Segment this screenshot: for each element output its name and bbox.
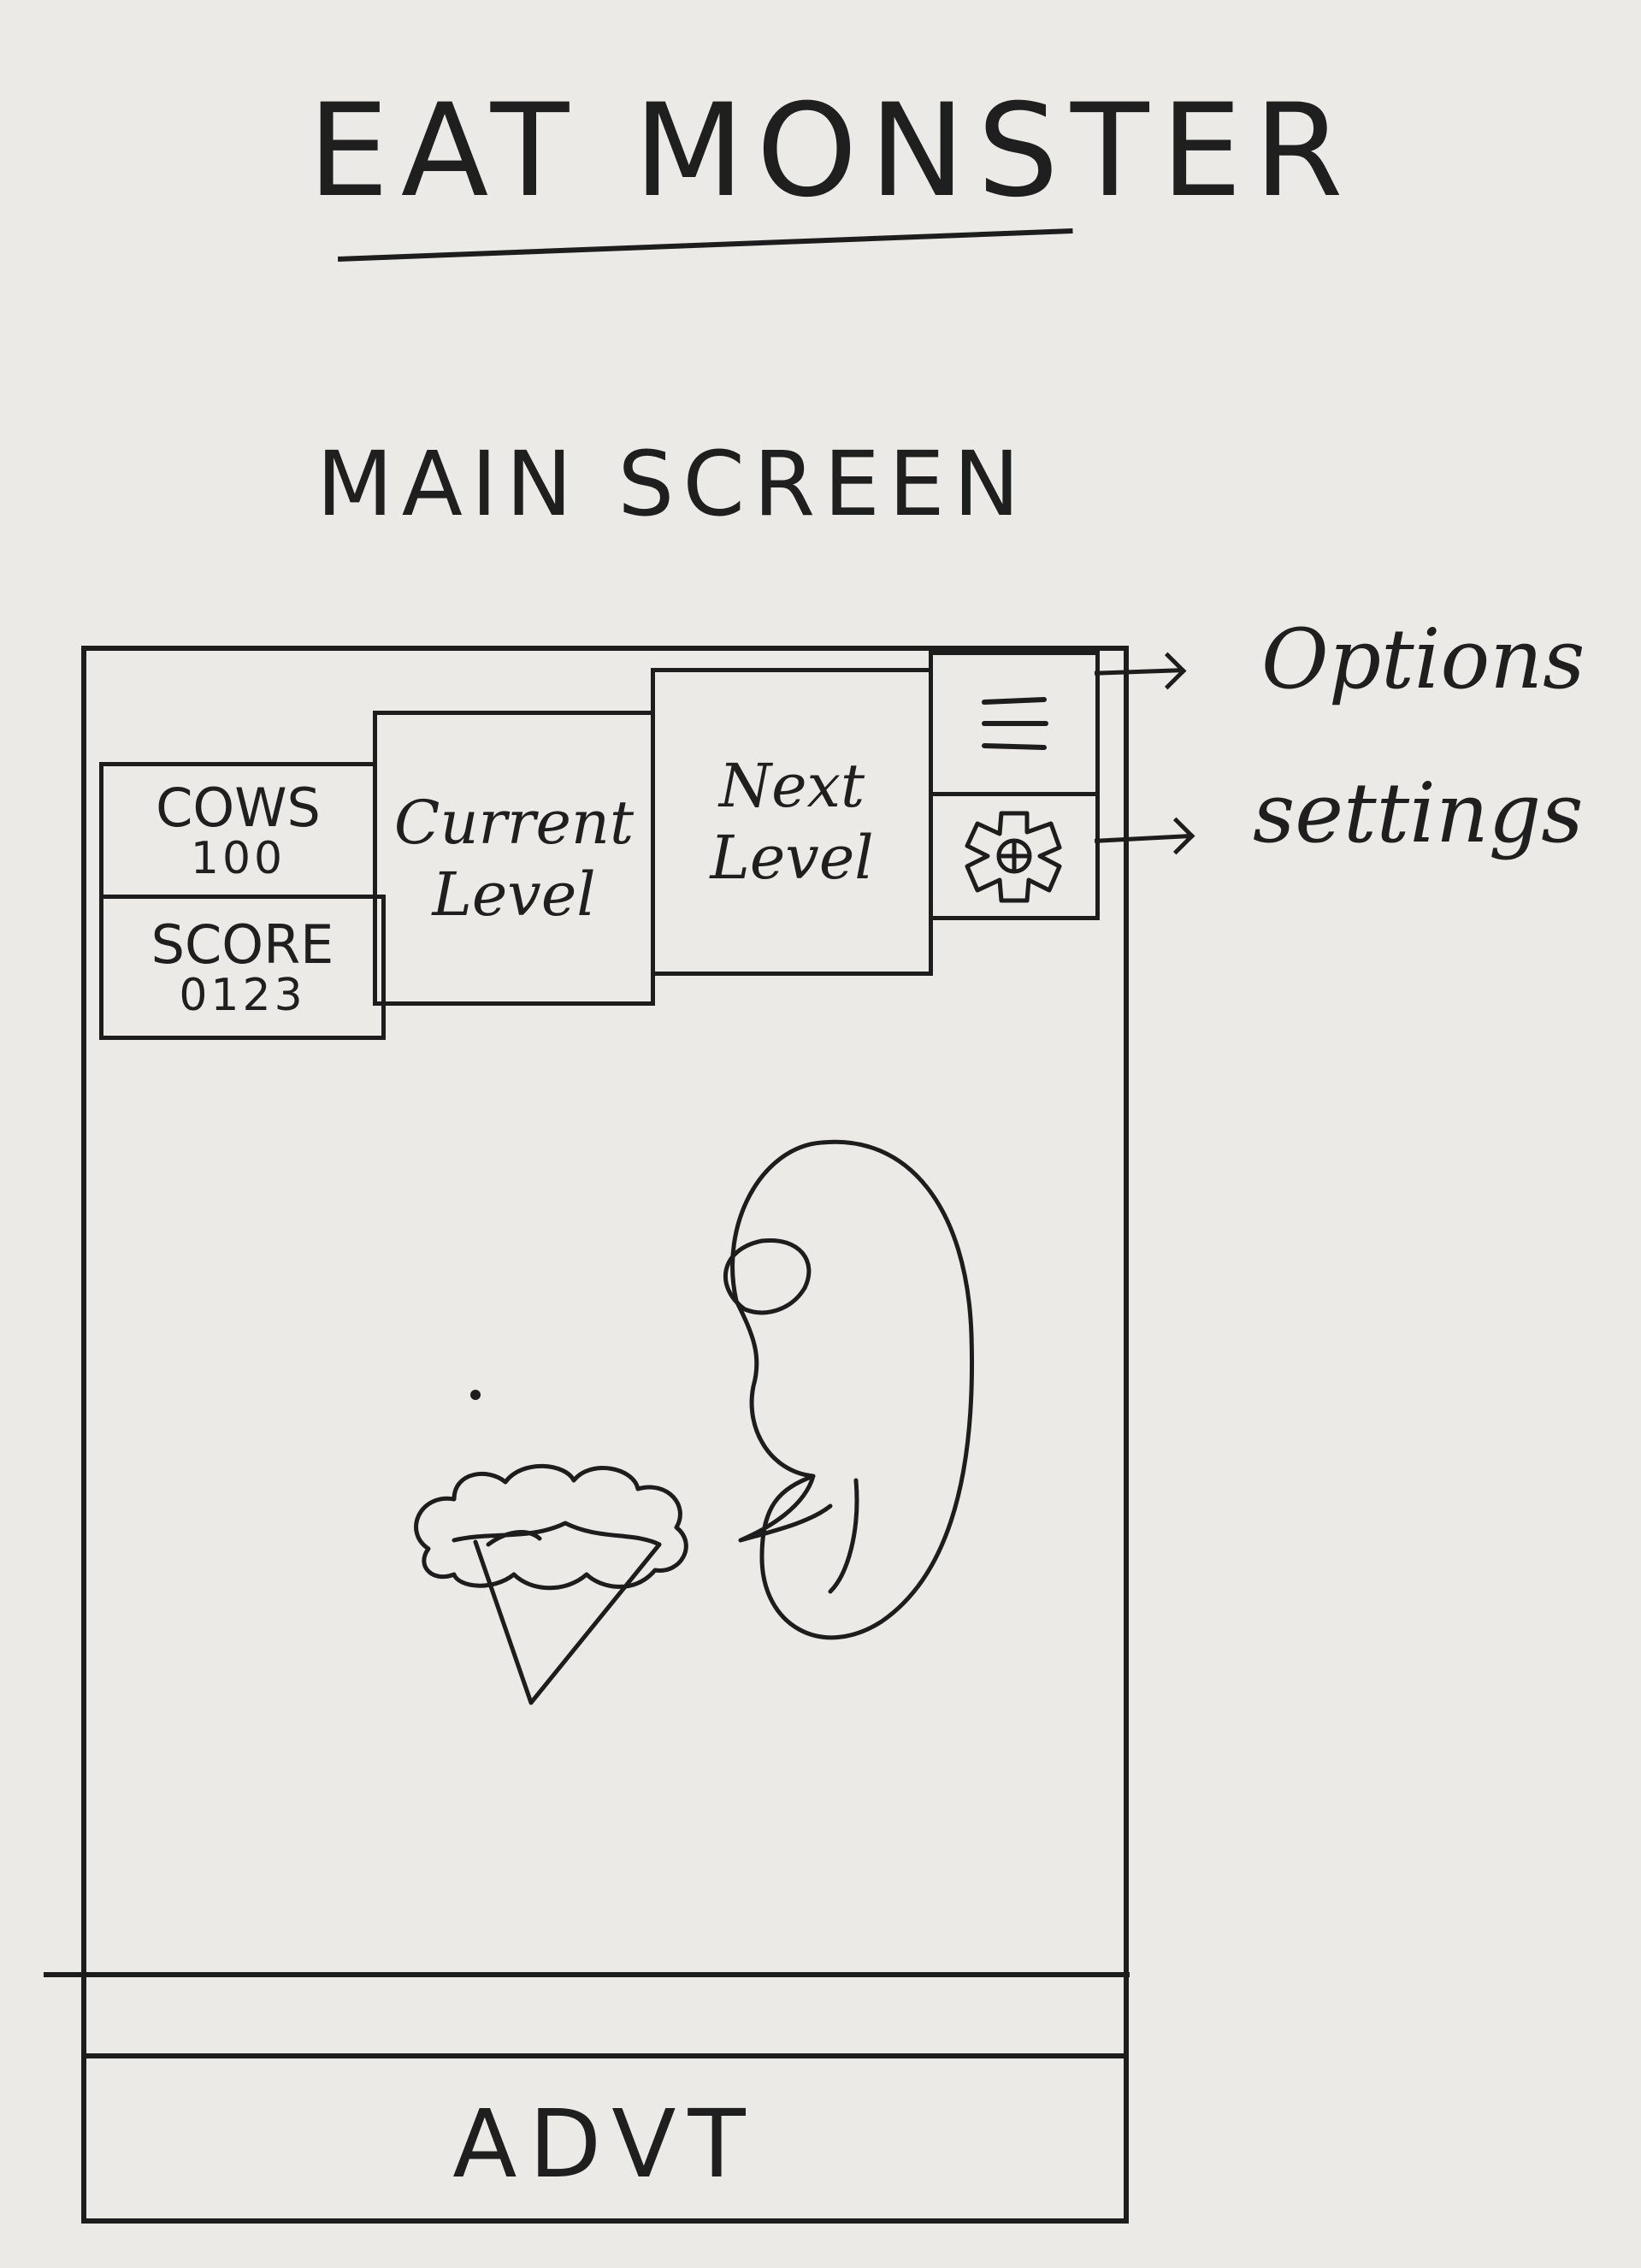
game-area[interactable] xyxy=(86,1027,1124,1968)
top-bar: COWS 100 SCORE 0123 Current Level Next L… xyxy=(86,651,1124,1040)
ad-divider xyxy=(44,1972,1130,1977)
monster-sprite xyxy=(723,1139,974,1640)
options-arrow-head xyxy=(1148,652,1187,690)
settings-button[interactable] xyxy=(929,792,1100,920)
sketch-title: EAT MONSTER xyxy=(308,77,1355,226)
options-button[interactable] xyxy=(929,651,1100,796)
hamburger-menu-icon xyxy=(982,697,1048,750)
settings-annotation: settings xyxy=(1253,765,1584,861)
options-annotation: Options xyxy=(1261,611,1585,707)
sketch-subtitle: MAIN SCREEN xyxy=(316,432,1029,536)
phone-wireframe: COWS 100 SCORE 0123 Current Level Next L… xyxy=(44,646,1130,2224)
current-level-label: Current Level xyxy=(393,787,635,930)
cows-counter: COWS 100 xyxy=(99,762,377,899)
ad-banner[interactable]: ADVT xyxy=(86,2053,1124,2230)
ad-label: ADVT xyxy=(452,2089,758,2199)
current-level-panel: Current Level xyxy=(373,711,655,1006)
score-value: 0123 xyxy=(179,969,306,1021)
game-scene xyxy=(414,1139,974,1705)
settings-arrow-head xyxy=(1157,817,1195,855)
next-level-label: Next Level xyxy=(710,751,874,893)
cows-value: 100 xyxy=(190,832,286,884)
ice-cream-sprite xyxy=(414,1463,688,1705)
score-label: SCORE xyxy=(151,913,334,977)
gear-icon xyxy=(965,811,1062,903)
score-counter: SCORE 0123 xyxy=(99,895,386,1040)
cows-label: COWS xyxy=(156,777,321,840)
next-level-panel[interactable]: Next Level xyxy=(651,668,933,976)
title-underline xyxy=(338,227,1073,262)
